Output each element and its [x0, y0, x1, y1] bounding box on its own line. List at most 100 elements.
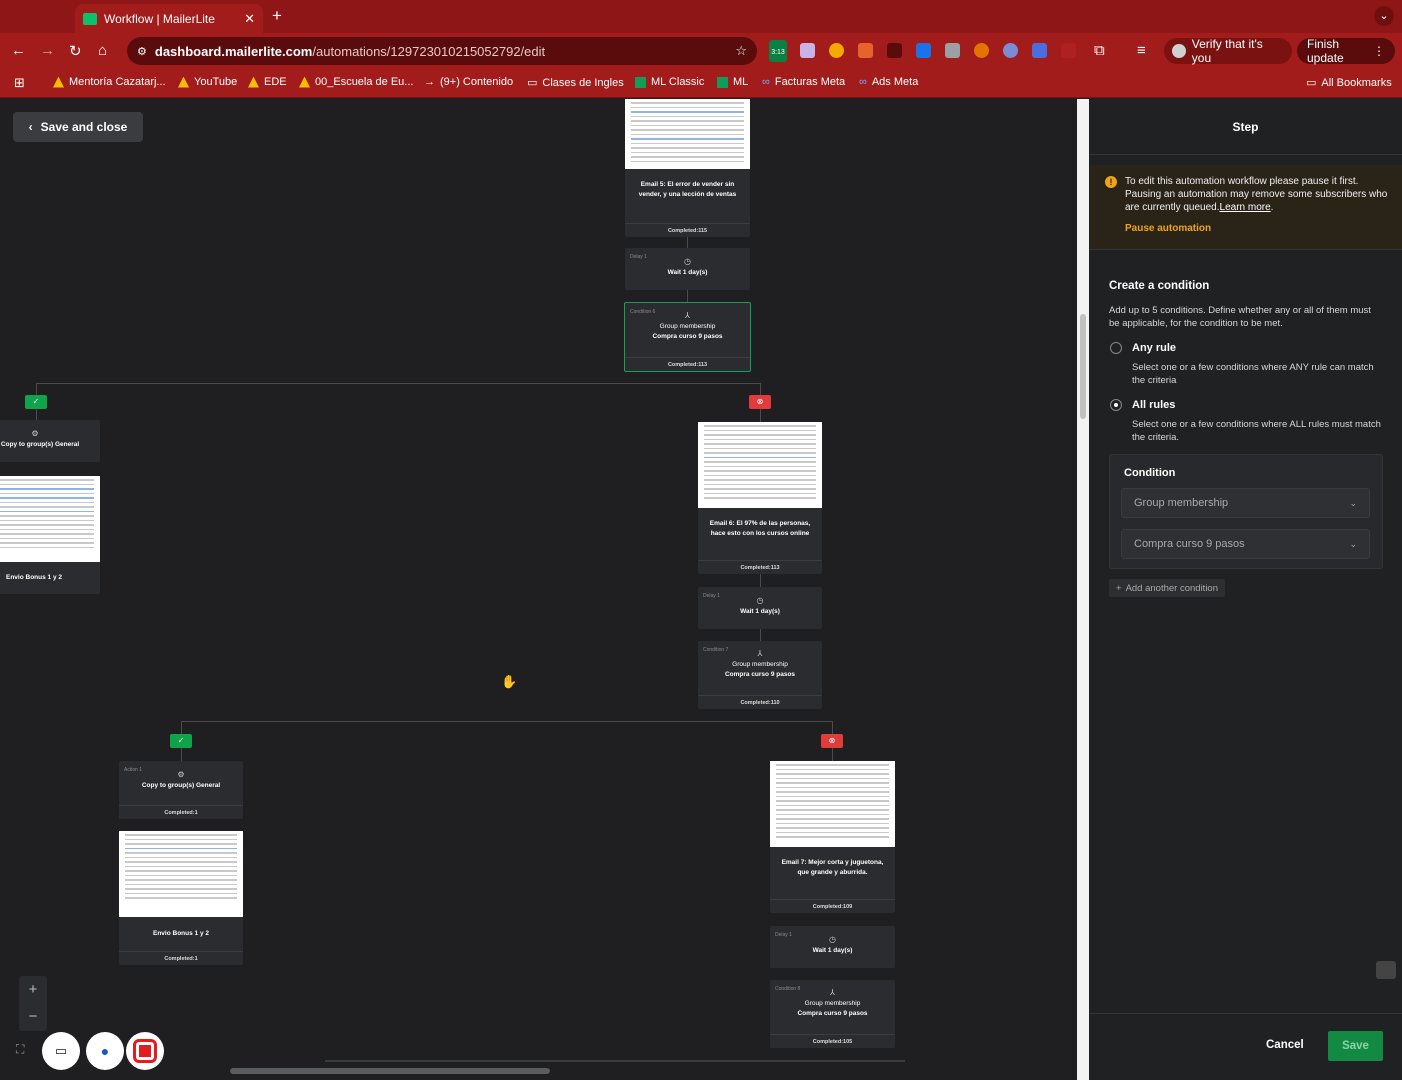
email-title: Envio Bonus 1 y 2 [153, 930, 209, 937]
extensions-puzzle-icon[interactable]: ⧉ [1094, 42, 1105, 59]
completed-count: Completed:113 [740, 565, 780, 571]
condition-group-select[interactable]: Compra curso 9 pasos ⌄ [1121, 529, 1370, 559]
save-button[interactable]: Save [1328, 1031, 1383, 1061]
bookmark-item[interactable]: ∞ Ads Meta [859, 76, 918, 88]
fit-screen-icon[interactable]: ⛶ [16, 1042, 24, 1057]
learn-more-link[interactable]: Learn more [1220, 202, 1271, 213]
bookmark-item[interactable]: ML [717, 76, 748, 88]
email-node-bonus-2[interactable]: Envio Bonus 1 y 2 Completed:1 [119, 831, 243, 965]
email-node-bonus[interactable]: Envio Bonus 1 y 2 [0, 476, 100, 594]
microphone-icon: ● [100, 1043, 110, 1059]
verify-identity-chip[interactable]: Verify that it's you [1164, 37, 1292, 65]
warning-icon: ! [1105, 176, 1117, 188]
bookmark-star-icon[interactable]: ☆ [735, 43, 747, 59]
meta-icon: ∞ [859, 76, 867, 88]
canvas-scroll-track [325, 1060, 905, 1062]
condition-title: Group membership [804, 1000, 861, 1007]
drive-icon [299, 76, 310, 88]
bookmark-item[interactable]: EDE [248, 76, 287, 88]
new-tab-icon[interactable]: + [272, 6, 282, 26]
bookmark-item[interactable]: ML Classic [635, 76, 704, 88]
extension-icon-8[interactable] [1032, 43, 1047, 58]
email-node-6[interactable]: Email 6: El 97% de las personas, hace es… [698, 422, 822, 574]
bookmark-item[interactable]: ∞ Facturas Meta [762, 76, 845, 88]
camera-extension-icon[interactable] [945, 43, 960, 58]
drive-icon [53, 76, 64, 88]
bookmark-folder[interactable]: ▭ Clases de Ingles [527, 76, 624, 90]
extension-icon-6[interactable] [974, 43, 989, 58]
media-control-icon[interactable]: ≡ [1137, 42, 1146, 59]
condition-heading: Condition [1124, 467, 1176, 479]
gear-icon: ⚙ [31, 429, 39, 438]
completed-count: Completed:115 [667, 228, 708, 234]
extension-icon-3[interactable] [858, 43, 873, 58]
calendar-extension-icon[interactable]: 3:13 [769, 40, 787, 62]
yes-branch-badge: ✓ [25, 395, 47, 409]
extension-icon-2[interactable] [829, 43, 844, 58]
horizontal-scrollbar[interactable] [230, 1068, 550, 1074]
tab-search-chevron-icon[interactable]: ⌄ [1374, 6, 1394, 26]
any-rule-label[interactable]: Any rule [1132, 342, 1176, 354]
bookmark-item[interactable]: → (9+) Contenido [424, 76, 513, 88]
address-bar[interactable]: ⚙ dashboard.mailerlite.com/automations/1… [127, 37, 757, 65]
add-another-condition-button[interactable]: + Add another condition [1109, 579, 1225, 597]
side-tab-icon[interactable] [1376, 961, 1396, 979]
vertical-scrollbar[interactable] [1077, 99, 1089, 1080]
reload-icon[interactable]: ↻ [69, 42, 82, 60]
email-node-7[interactable]: Email 7: Mejor corta y juguetona, que gr… [770, 761, 895, 913]
all-bookmarks-folder[interactable]: ▭ All Bookmarks [1306, 76, 1392, 90]
delay-node[interactable]: Delay 1 ◷ Wait 1 day(s) [625, 248, 750, 290]
condition-node-8[interactable]: Condition 8 ⅄ Group membership Compra cu… [770, 980, 895, 1048]
workflow-canvas[interactable]: ‹ Save and close Email 5: El error de ve… [0, 99, 1077, 1080]
bookmark-item[interactable]: Mentoría Cazatarj... [53, 76, 166, 88]
chevron-down-icon: ⌄ [1349, 538, 1357, 549]
chevron-left-icon: ‹ [28, 120, 33, 134]
extension-icon-9[interactable] [1061, 43, 1076, 58]
stop-recording-button[interactable] [126, 1032, 164, 1070]
action-node-1[interactable]: Action 1 ⚙ Copy to group(s) General Comp… [119, 761, 243, 819]
condition-node-6-selected[interactable]: Condition 6 ⅄ Group membership Compra cu… [624, 302, 751, 372]
zoom-out-icon[interactable]: − [19, 1003, 47, 1030]
home-icon[interactable]: ⌂ [98, 42, 107, 59]
site-info-icon[interactable]: ⚙ [137, 45, 147, 58]
back-icon[interactable]: ← [11, 42, 26, 59]
save-and-close-label: Save and close [40, 120, 128, 134]
tab-close-icon[interactable]: ✕ [244, 11, 255, 27]
save-and-close-button[interactable]: ‹ Save and close [13, 112, 143, 142]
extension-icon-4[interactable] [887, 43, 902, 58]
connector-line [181, 721, 832, 722]
stop-icon [133, 1039, 157, 1063]
bookmark-item[interactable]: YouTube [178, 76, 237, 88]
email-node-5[interactable]: Email 5: El error de vender sin vender, … [625, 99, 750, 237]
connector-line [36, 383, 760, 384]
camera-record-button[interactable]: ▭ [42, 1032, 80, 1070]
extension-icon-1[interactable] [800, 43, 815, 58]
all-rules-radio[interactable] [1110, 399, 1122, 411]
action-node-copy-group[interactable]: ⚙ Copy to group(s) General [0, 420, 100, 462]
extension-icon-7[interactable] [1003, 43, 1018, 58]
any-rule-radio[interactable] [1110, 342, 1122, 354]
scrollbar-thumb[interactable] [1080, 314, 1086, 419]
forward-icon[interactable]: → [40, 42, 55, 59]
browser-toolbar: ← → ↻ ⌂ ⚙ dashboard.mailerlite.com/autom… [0, 33, 1402, 70]
extension-icon-5[interactable] [916, 43, 931, 58]
browser-tab[interactable]: Workflow | MailerLite ✕ [75, 4, 263, 33]
zoom-in-icon[interactable]: + [19, 976, 47, 1003]
plus-icon: + [1116, 582, 1122, 594]
pause-automation-link[interactable]: Pause automation [1125, 223, 1211, 234]
condition-type-select[interactable]: Group membership ⌄ [1121, 488, 1370, 518]
all-rules-label[interactable]: All rules [1132, 399, 1175, 411]
completed-count: Completed:1 [164, 956, 198, 962]
email-title: Envio Bonus 1 y 2 [6, 574, 62, 581]
delay-node[interactable]: Delay 1 ◷ Wait 1 day(s) [698, 587, 822, 629]
action-title: Copy to group(s) General [141, 782, 221, 789]
finish-update-button[interactable]: Finish update ⋮ [1297, 37, 1395, 65]
microphone-button[interactable]: ● [86, 1032, 124, 1070]
delay-node[interactable]: Delay 1 ◷ Wait 1 day(s) [770, 926, 895, 968]
condition-node-7[interactable]: Condition 7 ⅄ Group membership Compra cu… [698, 641, 822, 709]
more-menu-icon[interactable]: ⋮ [1373, 44, 1385, 58]
bookmark-item[interactable]: 00_Escuela de Eu... [299, 76, 413, 88]
cancel-button[interactable]: Cancel [1266, 1039, 1304, 1051]
apps-grid-icon[interactable]: ⊞ [14, 75, 25, 91]
video-camera-icon: ▭ [54, 1043, 68, 1058]
